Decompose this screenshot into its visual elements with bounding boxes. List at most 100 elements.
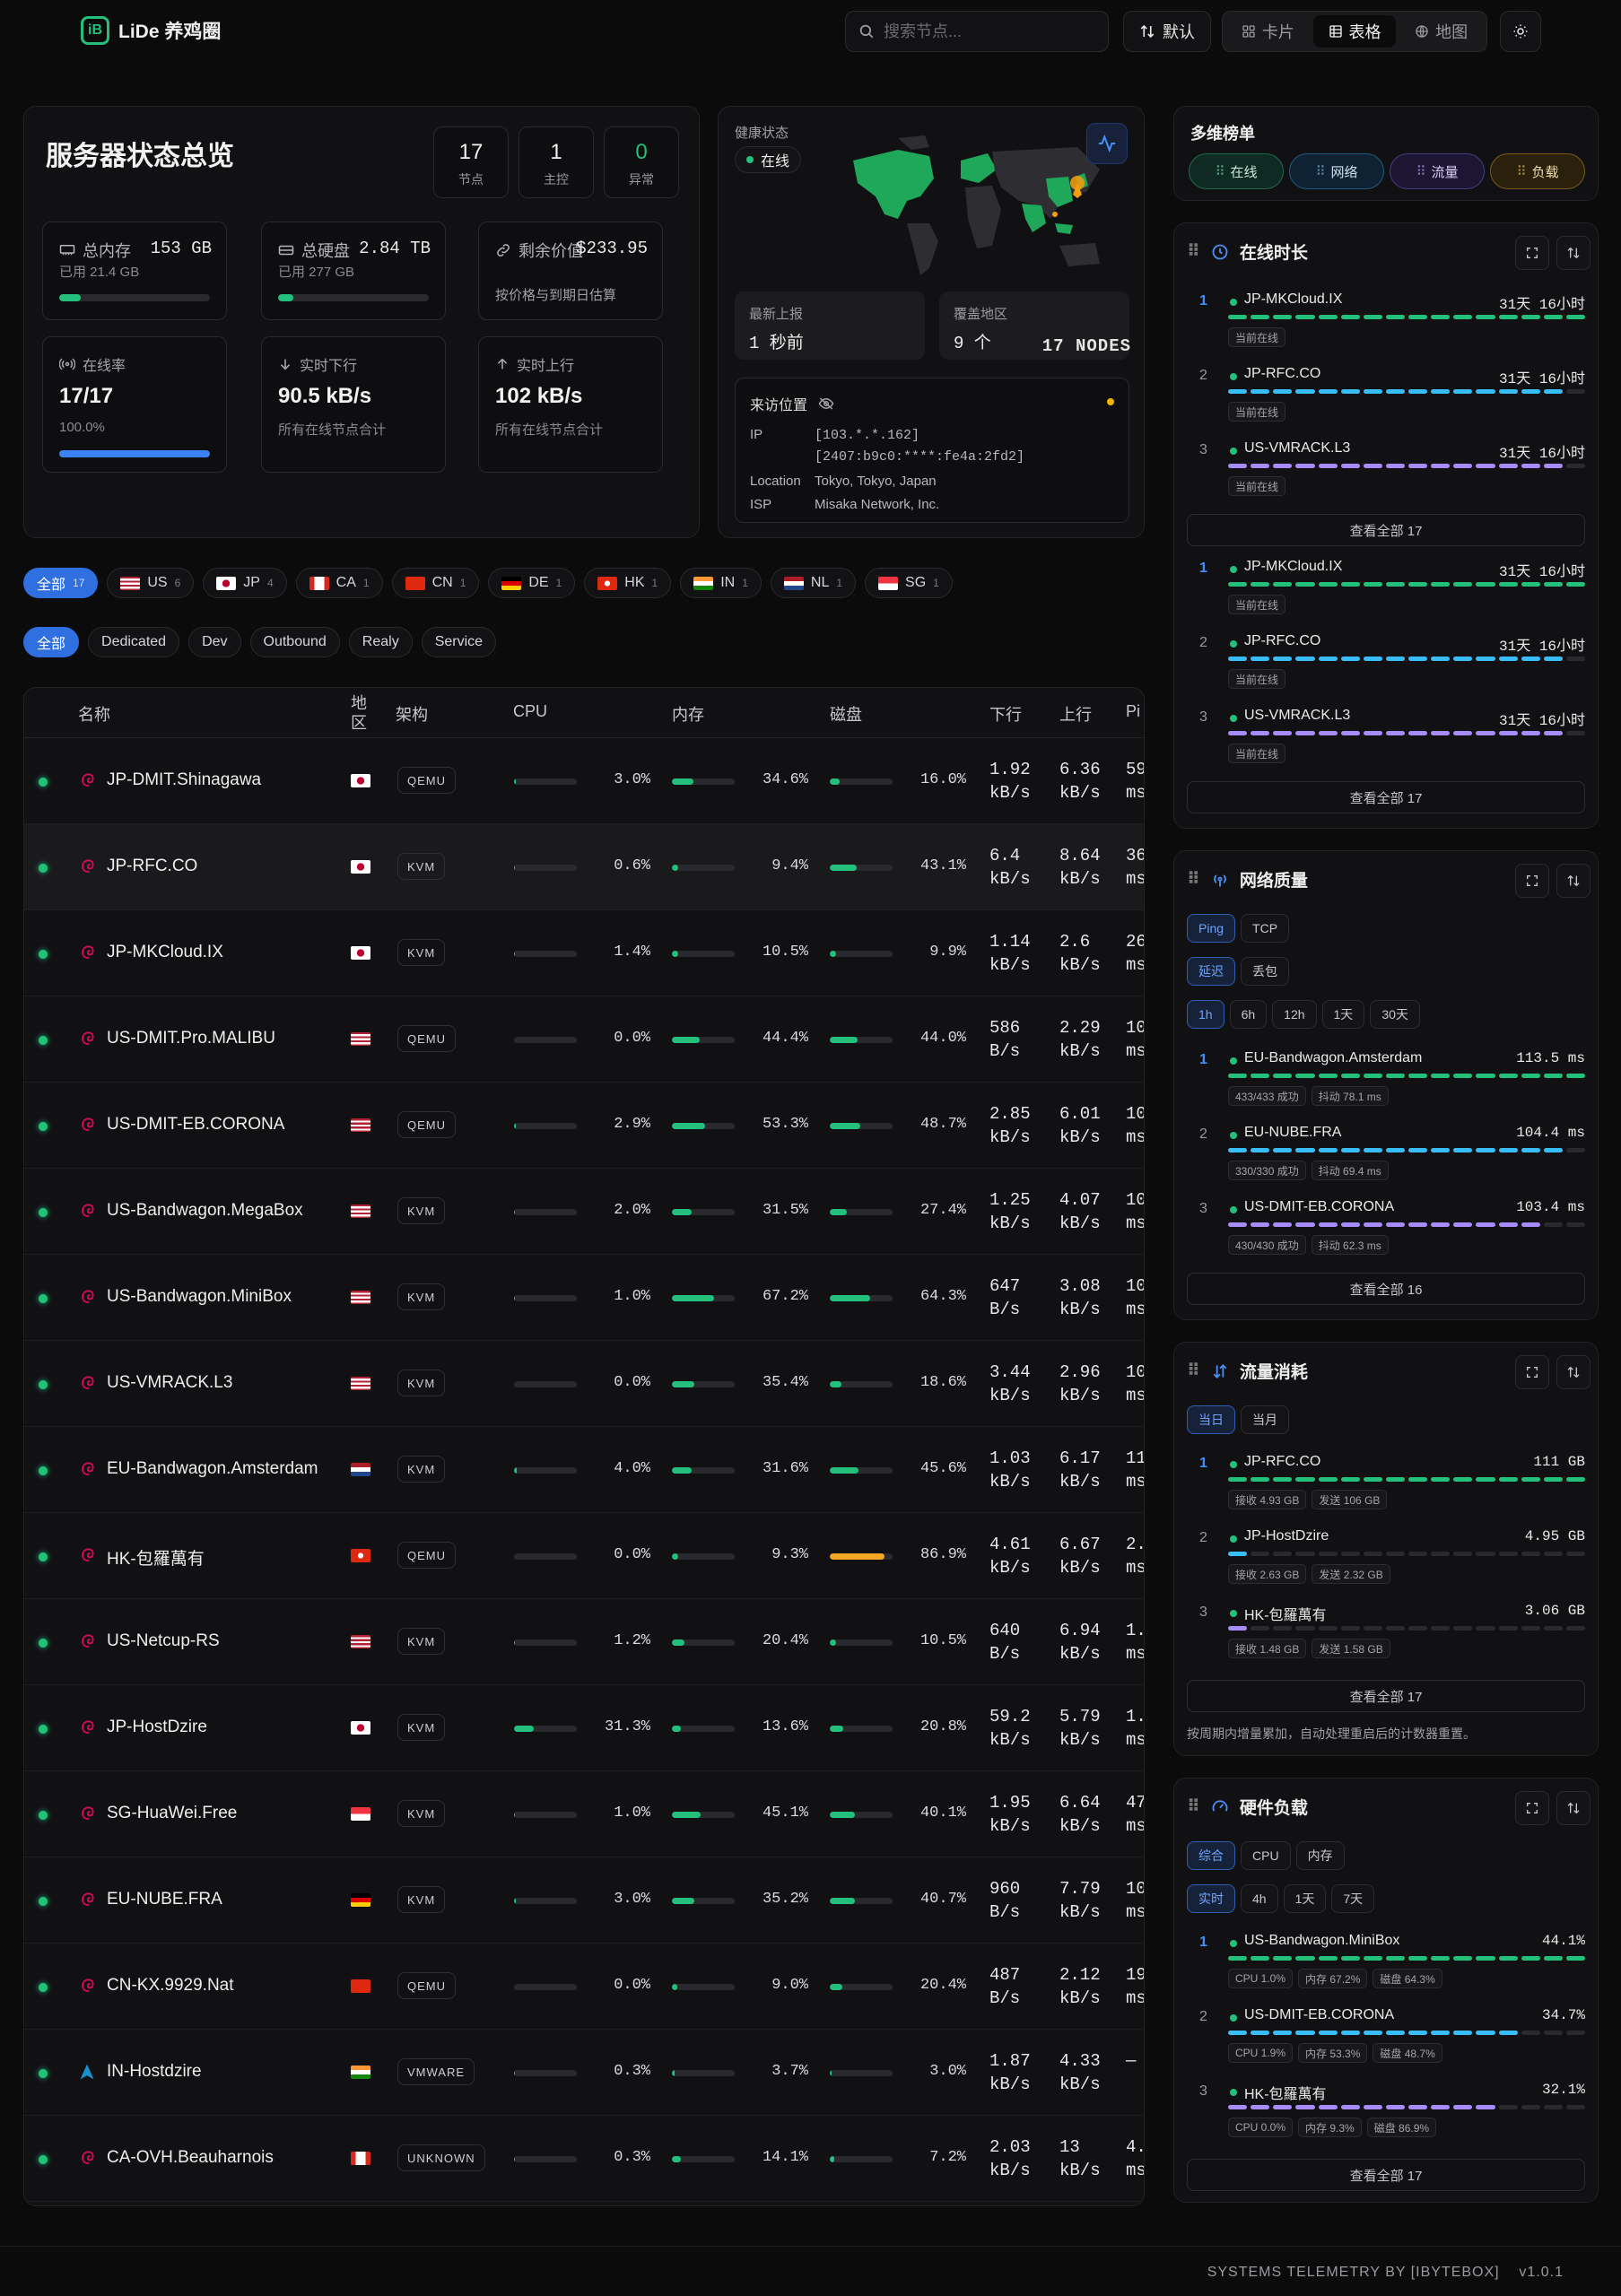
rank-item[interactable]: 3 US-DMIT-EB.CORONA 103.4 ms 430/430 成功 抖动 6… (1187, 1197, 1585, 1272)
region-chip-jp[interactable]: JP 4 (203, 568, 287, 598)
rank-item[interactable]: 3 US-VMRACK.L3 31天 16小时 当前在线 (1187, 706, 1585, 780)
view-map-tab[interactable]: 地图 (1399, 15, 1483, 48)
server-name[interactable]: EU-Bandwagon.Amsterdam (107, 1459, 318, 1479)
server-name[interactable]: CA-OVH.Beauharnois (107, 2148, 274, 2168)
server-name[interactable]: JP-MKCloud.IX (107, 943, 223, 962)
rank-item[interactable]: 1 US-Bandwagon.MiniBox 44.1% CPU 1.0% 内存 67.… (1187, 1931, 1585, 2005)
rank-item[interactable]: 3 HK-包羅萬有 32.1% CPU 0.0% 内存 9.3% 磁盘 86.9% (1187, 2080, 1585, 2154)
search-input[interactable] (884, 22, 1090, 41)
search-box[interactable] (845, 11, 1109, 52)
rank-item[interactable]: 2 JP-RFC.CO 31天 16小时 当前在线 (1187, 631, 1585, 706)
col-arch[interactable]: 架构 (396, 702, 428, 726)
table-row[interactable]: JP-DMIT.Shinagawa QEMU 3.0% 34.6% 16.0% 1.92 k… (24, 738, 1144, 824)
sort-toggle-button[interactable] (1556, 1791, 1590, 1825)
metric-cpu-tab[interactable]: CPU (1241, 1841, 1291, 1870)
server-name[interactable]: EU-NUBE.FRA (107, 1890, 222, 1909)
tag-chip[interactable]: Dedicated (88, 627, 180, 657)
range-1h-tab[interactable]: 1h (1187, 1000, 1224, 1029)
uptime-view-all-button-2[interactable]: 查看全部 17 (1187, 781, 1585, 813)
rank-item[interactable]: 1 EU-Bandwagon.Amsterdam 113.5 ms 433/433 成… (1187, 1048, 1585, 1123)
range-12h-tab[interactable]: 12h (1272, 1000, 1317, 1029)
drag-handle-icon[interactable]: ⠿ (1187, 241, 1200, 262)
range-4h-tab[interactable]: 4h (1241, 1884, 1278, 1913)
server-name[interactable]: SG-HuaWei.Free (107, 1804, 237, 1823)
table-row[interactable]: CA-OVH.Beauharnois UNKNOWN 0.3% 14.1% 7.2% 2.… (24, 2116, 1144, 2202)
tag-chip[interactable]: Realy (348, 627, 413, 657)
proto-tcp-tab[interactable]: TCP (1241, 914, 1290, 943)
metric-loss-tab[interactable]: 丢包 (1241, 957, 1289, 986)
server-name[interactable]: US-Bandwagon.MiniBox (107, 1287, 292, 1307)
eye-off-icon[interactable] (818, 396, 834, 411)
sort-toggle-button[interactable] (1556, 864, 1590, 898)
table-row[interactable]: HK-包羅萬有 QEMU 0.0% 9.3% 86.9% 4.61 kB/s 6.67 kB/s… (24, 1513, 1144, 1599)
rank-item[interactable]: 2 EU-NUBE.FRA 104.4 ms 330/330 成功 抖动 69.4 ms (1187, 1123, 1585, 1197)
sort-toggle-button[interactable] (1556, 1355, 1590, 1389)
server-name[interactable]: US-DMIT.Pro.MALIBU (107, 1029, 275, 1048)
range-1d-tab[interactable]: 1天 (1283, 1884, 1327, 1913)
col-up[interactable]: 上行 (1059, 702, 1092, 726)
network-view-all-button[interactable]: 查看全部 16 (1187, 1273, 1585, 1305)
server-name[interactable]: US-DMIT-EB.CORONA (107, 1115, 284, 1135)
rank-item[interactable]: 2 JP-RFC.CO 31天 16小时 当前在线 (1187, 364, 1585, 439)
tag-chip[interactable]: 全部 (23, 627, 80, 657)
table-row[interactable]: EU-NUBE.FRA KVM 3.0% 35.2% 40.7% 960 B/s 7.79 kB… (24, 1857, 1144, 1944)
tag-chip[interactable]: Outbound (249, 627, 340, 657)
table-row[interactable]: US-Bandwagon.MiniBox KVM 1.0% 67.2% 64.3% 647… (24, 1255, 1144, 1341)
table-row[interactable]: EU-Bandwagon.Amsterdam KVM 4.0% 31.6% 45.6% 1… (24, 1427, 1144, 1513)
table-row[interactable]: US-Netcup-RS KVM 1.2% 20.4% 10.5% 640 B/s 6.94 k… (24, 1599, 1144, 1685)
server-name[interactable]: IN-Hostdzire (107, 2062, 202, 2082)
view-cards-tab[interactable]: 卡片 (1226, 15, 1310, 48)
range-7d-tab[interactable]: 7天 (1331, 1884, 1375, 1913)
traffic-view-all-button[interactable]: 查看全部 17 (1187, 1680, 1585, 1712)
drag-handle-icon[interactable]: ⠿ (1187, 1361, 1200, 1381)
server-name[interactable]: JP-RFC.CO (107, 857, 197, 876)
table-row[interactable]: JP-HostDzire KVM 31.3% 13.6% 20.8% 59.2 kB/s 5.… (24, 1685, 1144, 1771)
col-cpu[interactable]: CPU (513, 702, 547, 721)
region-chip-us[interactable]: US 6 (107, 568, 195, 598)
server-name[interactable]: US-Netcup-RS (107, 1631, 220, 1651)
region-chip-ca[interactable]: CA 1 (295, 568, 383, 598)
range-30d-tab[interactable]: 30天 (1370, 1000, 1420, 1029)
tag-chip[interactable]: Dev (188, 627, 241, 657)
server-name[interactable]: JP-DMIT.Shinagawa (107, 770, 261, 790)
rank-tab-online[interactable]: ⠿ 在线 (1189, 153, 1284, 189)
rank-item[interactable]: 2 US-DMIT-EB.CORONA 34.7% CPU 1.9% 内存 53.3% 磁… (1187, 2005, 1585, 2080)
range-1d-tab[interactable]: 1天 (1321, 1000, 1365, 1029)
rank-item[interactable]: 2 JP-HostDzire 4.95 GB 接收 2.63 GB 发送 2.32 GB (1187, 1526, 1585, 1601)
col-ping[interactable]: Pi (1126, 702, 1140, 721)
proto-ping-tab[interactable]: Ping (1187, 914, 1236, 943)
table-row[interactable]: US-Bandwagon.MegaBox KVM 2.0% 31.5% 27.4% 1.2… (24, 1169, 1144, 1255)
region-chip-cn[interactable]: CN 1 (391, 568, 480, 598)
app-logo[interactable]: iB LiDe 养鸡圈 (81, 16, 221, 45)
col-down[interactable]: 下行 (989, 702, 1022, 726)
expand-button[interactable] (1515, 1791, 1549, 1825)
server-name[interactable]: HK-包羅萬有 (107, 1545, 205, 1570)
table-row[interactable]: CN-KX.9929.Nat QEMU 0.0% 9.0% 20.4% 487 B/s 2.1… (24, 1944, 1144, 2030)
server-name[interactable]: CN-KX.9929.Nat (107, 1976, 234, 1996)
region-chip-nl[interactable]: NL 1 (770, 568, 857, 598)
server-name[interactable]: US-VMRACK.L3 (107, 1373, 232, 1393)
col-disk[interactable]: 磁盘 (830, 702, 862, 726)
col-region[interactable]: 地区 (351, 693, 369, 733)
rank-item[interactable]: 1 JP-MKCloud.IX 31天 16小时 当前在线 (1187, 290, 1585, 364)
theme-toggle-button[interactable] (1500, 11, 1541, 52)
expand-button[interactable] (1515, 864, 1549, 898)
rank-item[interactable]: 1 JP-RFC.CO 111 GB 接收 4.93 GB 发送 106 GB (1187, 1452, 1585, 1526)
load-view-all-button[interactable]: 查看全部 17 (1187, 2159, 1585, 2191)
region-chip-sg[interactable]: SG 1 (865, 568, 953, 598)
table-row[interactable]: US-DMIT.Pro.MALIBU QEMU 0.0% 44.4% 44.0% 586 B… (24, 996, 1144, 1083)
region-chip-in[interactable]: IN 1 (680, 568, 762, 598)
metric-overall-tab[interactable]: 综合 (1187, 1841, 1235, 1870)
server-name[interactable]: JP-HostDzire (107, 1718, 207, 1737)
table-row[interactable]: US-DMIT-EB.CORONA QEMU 2.9% 53.3% 48.7% 2.85 k… (24, 1083, 1144, 1169)
expand-button[interactable] (1515, 236, 1549, 270)
sort-toggle-button[interactable] (1556, 236, 1590, 270)
range-6h-tab[interactable]: 6h (1229, 1000, 1268, 1029)
range-today-tab[interactable]: 当日 (1187, 1405, 1235, 1434)
region-chip-de[interactable]: DE 1 (488, 568, 576, 598)
metric-mem-tab[interactable]: 内存 (1295, 1841, 1345, 1870)
range-month-tab[interactable]: 当月 (1241, 1405, 1289, 1434)
server-name[interactable]: US-Bandwagon.MegaBox (107, 1201, 303, 1221)
activity-button[interactable] (1086, 123, 1128, 164)
rank-item[interactable]: 3 HK-包羅萬有 3.06 GB 接收 1.48 GB 发送 1.58 GB (1187, 1601, 1585, 1675)
